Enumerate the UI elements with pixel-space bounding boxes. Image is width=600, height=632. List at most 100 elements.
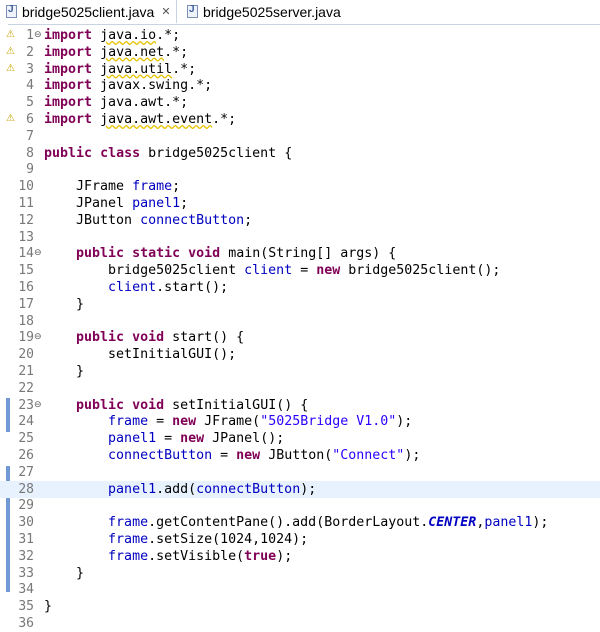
code-line-6[interactable]: ⚠ 6 import java.awt.event.*; xyxy=(0,111,600,128)
code-text: import java.net.*; xyxy=(44,44,189,60)
code-text: import java.io.*; xyxy=(44,28,181,43)
code-line-13[interactable]: 13 xyxy=(0,229,600,246)
collapse-icon[interactable]: ⊖ xyxy=(34,397,42,414)
code-text: import java.awt.event.*; xyxy=(44,112,237,127)
code-line-5[interactable]: 5 import java.awt.*; xyxy=(0,94,600,111)
code-text: public void start() { xyxy=(76,330,245,346)
collapse-icon[interactable]: ⊖ xyxy=(34,329,42,346)
code-line-15[interactable]: 15 bridge5025client client = new bridge5… xyxy=(0,262,600,279)
line-number: 29 xyxy=(18,498,34,514)
java-file-icon xyxy=(6,4,17,18)
line-number: 23 xyxy=(18,397,34,413)
code-line-36[interactable]: 36 xyxy=(0,615,600,632)
line-number: 9 xyxy=(26,162,34,178)
tab-bridge5025server[interactable]: bridge5025server.java xyxy=(181,0,341,23)
line-number: 25 xyxy=(18,431,34,447)
code-line-24[interactable]: 24 frame = new JFrame("5025Bridge V1.0")… xyxy=(0,413,600,430)
line-number: 36 xyxy=(18,616,34,631)
line-number: 7 xyxy=(26,128,34,144)
code-line-34[interactable]: 34 xyxy=(0,581,600,598)
code-text: JPanel panel1; xyxy=(44,196,189,211)
line-number: 24 xyxy=(18,414,34,430)
code-text: import java.awt.*; xyxy=(44,95,189,111)
java-file-icon xyxy=(187,4,198,18)
code-line-23[interactable]: 23 ⊖ public void setInitialGUI() { xyxy=(0,397,600,414)
code-line-26[interactable]: 26 connectButton = new JButton("Connect"… xyxy=(0,447,600,464)
code-line-27[interactable]: 27 xyxy=(0,464,600,481)
code-line-35[interactable]: 35} xyxy=(0,598,600,615)
code-text: frame = new JFrame("5025Bridge V1.0"); xyxy=(108,414,413,430)
code-line-30[interactable]: 30 frame.getContentPane().add(BorderLayo… xyxy=(0,514,600,531)
line-number: 1 xyxy=(26,28,34,43)
line-number: 13 xyxy=(18,229,34,245)
code-line-32[interactable]: 32 frame.setVisible(true); xyxy=(0,548,600,565)
line-number: 35 xyxy=(18,599,34,615)
line-number: 22 xyxy=(18,380,34,396)
code-line-2[interactable]: ⚠ 2 import java.net.*; xyxy=(0,44,600,61)
line-number: 32 xyxy=(18,548,34,564)
code-line-7[interactable]: 7 xyxy=(0,128,600,145)
line-number: 20 xyxy=(18,347,34,363)
code-line-19[interactable]: 19 ⊖ public void start() { xyxy=(0,329,600,346)
line-number: 8 xyxy=(26,145,34,161)
line-number: 34 xyxy=(18,582,34,598)
code-editor[interactable]: ⚠ 1 ⊖ import java.io.*; ⚠ 2 import java.net.*;… xyxy=(0,24,600,631)
code-text: } xyxy=(44,565,85,581)
code-text: setInitialGUI(); xyxy=(44,347,237,363)
line-number: 11 xyxy=(18,196,34,211)
code-text: frame.setVisible(true); xyxy=(108,548,293,564)
tab-label: bridge5025server.java xyxy=(203,3,341,20)
code-line-28[interactable]: 28 panel1.add(connectButton); xyxy=(0,480,600,498)
code-line-20[interactable]: 20 setInitialGUI(); xyxy=(0,346,600,363)
editor-tab-bar: bridge5025client.java ✕ bridge5025server… xyxy=(0,0,600,25)
code-line-16[interactable]: 16 client.start(); xyxy=(0,279,600,296)
line-number: 19 xyxy=(18,330,34,346)
code-line-31[interactable]: 31 frame.setSize(1024,1024); xyxy=(0,531,600,548)
code-line-21[interactable]: 21 } xyxy=(0,363,600,380)
code-line-25[interactable]: 25 panel1 = new JPanel(); xyxy=(0,430,600,447)
code-text: } xyxy=(44,296,85,312)
code-line-22[interactable]: 22 xyxy=(0,380,600,397)
code-text: frame.getContentPane().add(BorderLayout.… xyxy=(108,515,549,531)
code-line-4[interactable]: 4 import javax.swing.*; xyxy=(0,77,600,94)
collapse-icon[interactable]: ⊖ xyxy=(34,27,42,44)
code-line-1[interactable]: ⚠ 1 ⊖ import java.io.*; xyxy=(0,27,600,44)
code-line-17[interactable]: 17 } xyxy=(0,296,600,313)
line-number: 18 xyxy=(18,313,34,329)
line-number: 33 xyxy=(18,565,34,581)
code-text: public class bridge5025client { xyxy=(44,145,293,161)
code-line-29[interactable]: 29 xyxy=(0,497,600,514)
code-line-8[interactable]: 8 public class bridge5025client { xyxy=(0,145,600,162)
code-line-10[interactable]: 10 JFrame frame; xyxy=(0,178,600,195)
code-text: import java.util.*; xyxy=(44,61,197,77)
line-number: 5 xyxy=(26,95,34,111)
collapse-icon[interactable]: ⊖ xyxy=(34,245,42,262)
line-number: 3 xyxy=(26,61,34,77)
line-number: 6 xyxy=(26,112,34,127)
line-number: 4 xyxy=(26,78,34,94)
line-number: 26 xyxy=(18,448,34,463)
code-line-3[interactable]: ⚠ 3 import java.util.*; xyxy=(0,61,600,78)
code-line-12[interactable]: 12 JButton connectButton; xyxy=(0,212,600,229)
line-number: 28 xyxy=(18,481,34,497)
line-number: 10 xyxy=(18,179,34,195)
line-number: 31 xyxy=(18,532,34,547)
line-number: 30 xyxy=(18,515,34,531)
code-text: } xyxy=(44,599,53,615)
code-text: JFrame frame; xyxy=(44,179,181,195)
code-line-9[interactable]: 9 xyxy=(0,161,600,178)
close-icon[interactable]: ✕ xyxy=(161,5,170,18)
code-line-18[interactable]: 18 xyxy=(0,313,600,330)
code-line-33[interactable]: 33 } xyxy=(0,565,600,582)
line-number: 17 xyxy=(18,296,34,312)
code-text: bridge5025client client = new bridge5025… xyxy=(44,263,501,279)
line-number: 12 xyxy=(18,212,34,228)
code-line-14[interactable]: 14 ⊖ public static void main(String[] arg… xyxy=(0,245,600,262)
tab-bridge5025client[interactable]: bridge5025client.java ✕ xyxy=(0,0,177,23)
code-text: client.start(); xyxy=(108,280,229,295)
code-line-11[interactable]: 11 JPanel panel1; xyxy=(0,195,600,212)
line-number: 27 xyxy=(18,464,34,480)
code-text: panel1.add(connectButton); xyxy=(108,481,317,497)
code-text: import javax.swing.*; xyxy=(44,78,213,94)
line-number: 14 xyxy=(18,246,34,262)
